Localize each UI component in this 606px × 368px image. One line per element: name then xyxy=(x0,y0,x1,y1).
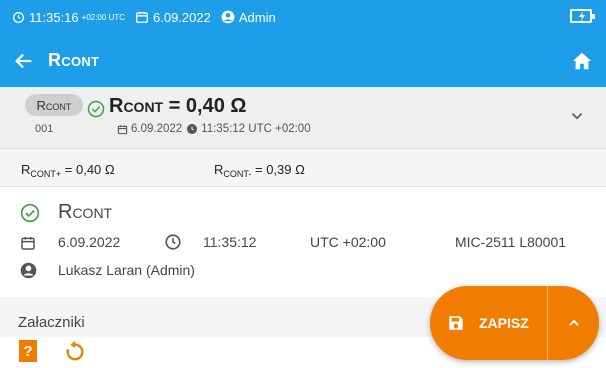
param-rcont-minus: RCONT- = 0,39 Ω xyxy=(214,162,305,179)
measurement-chip: Rcont xyxy=(25,94,83,116)
save-options-button[interactable] xyxy=(548,286,599,360)
chevron-up-icon xyxy=(568,319,579,326)
app-bar: Rcont xyxy=(0,34,606,87)
check-circle-icon xyxy=(20,203,40,223)
page-title: Rcont xyxy=(48,50,100,70)
calendar-icon xyxy=(117,124,128,134)
status-time: 11:35:16 +02:00 UTC xyxy=(12,10,125,25)
measurement-number: 001 xyxy=(35,123,54,135)
measurement-detail: Rcont 6.09.2022 11:35:12 UTC +02:00 MIC-… xyxy=(0,187,606,297)
status-user: Admin xyxy=(221,10,276,25)
account-icon xyxy=(20,262,37,279)
detail-date: 6.09.2022 xyxy=(58,234,121,250)
parameter-row: RCONT+ = 0,40 Ω RCONT- = 0,39 Ω xyxy=(0,149,606,187)
detail-user: Lukasz Laran (Admin) xyxy=(58,262,195,278)
back-arrow-icon xyxy=(15,53,32,68)
detail-utc: UTC +02:00 xyxy=(310,234,386,250)
floppy-disk-icon xyxy=(449,316,463,330)
help-icon[interactable]: ? xyxy=(19,340,37,362)
result-time: 11:35:12 UTC +02:00 xyxy=(201,123,311,135)
clock-icon xyxy=(165,234,181,250)
account-icon xyxy=(221,10,235,24)
clock-icon xyxy=(12,11,25,23)
undo-icon[interactable] xyxy=(64,340,86,362)
status-time-value: 11:35:16 xyxy=(29,9,79,25)
battery-charging-icon xyxy=(570,9,595,23)
check-circle-icon xyxy=(87,100,105,118)
back-button[interactable] xyxy=(0,34,48,87)
detail-title: Rcont xyxy=(58,201,113,223)
detail-device: MIC-2511 L80001 xyxy=(455,234,567,250)
save-button-label: ZAPISZ xyxy=(479,315,529,331)
status-user-value: Admin xyxy=(238,9,276,25)
home-button[interactable] xyxy=(568,47,596,75)
status-bar: 11:35:16 +02:00 UTC 6.09.2022 Admin xyxy=(0,0,606,34)
param-rcont-plus: RCONT+ = 0,40 Ω xyxy=(21,162,115,179)
home-icon xyxy=(572,52,592,70)
status-date: 6.09.2022 xyxy=(135,10,211,25)
result-value: Rcont = 0,40 Ω xyxy=(109,95,247,117)
result-timestamp: 6.09.2022 11:35:12 UTC +02:00 xyxy=(117,123,311,135)
result-date: 6.09.2022 xyxy=(131,123,183,135)
chevron-down-icon[interactable] xyxy=(568,107,586,125)
save-fab: ZAPISZ xyxy=(430,286,599,360)
measurement-summary[interactable]: Rcont 001 Rcont = 0,40 Ω 6.09.2022 11:35… xyxy=(0,87,606,149)
save-button[interactable]: ZAPISZ xyxy=(430,286,547,360)
clock-icon xyxy=(187,124,198,134)
status-date-value: 6.09.2022 xyxy=(153,9,211,25)
status-timezone: +02:00 UTC xyxy=(81,12,125,22)
attachments-label: Załaczniki xyxy=(18,314,85,331)
detail-time: 11:35:12 xyxy=(203,234,257,250)
calendar-icon xyxy=(136,11,148,23)
calendar-icon xyxy=(21,237,35,250)
